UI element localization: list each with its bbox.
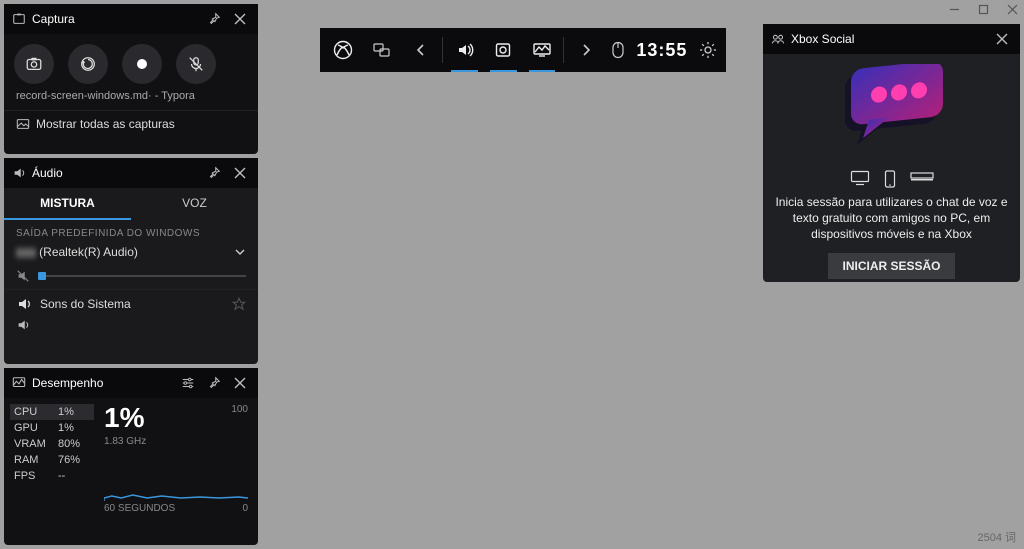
device-hidden: ▮▮▮ (16, 245, 36, 259)
screenshot-button[interactable] (14, 44, 54, 84)
record-last-button[interactable] (68, 44, 108, 84)
gallery-icon (16, 117, 30, 131)
stat-cpu[interactable]: CPU1% (10, 404, 94, 420)
panel-title: Áudio (32, 166, 198, 180)
stat-vram[interactable]: VRAM80% (14, 436, 90, 452)
social-icon (771, 32, 785, 46)
audio-panel: Áudio MISTURA VOZ SAÍDA PREDEFINIDA DO W… (4, 158, 258, 364)
mouse-icon[interactable] (605, 28, 630, 72)
channel-speaker-icon[interactable] (16, 318, 30, 332)
show-all-captures-link[interactable]: Mostrar todas as capturas (4, 110, 258, 139)
captured-window-title: record-screen-windows.md· - Typora (4, 88, 258, 110)
record-button[interactable] (122, 44, 162, 84)
pin-icon[interactable] (204, 373, 224, 393)
capture-panel: Captura record-screen-windows.md· - Typo… (4, 4, 258, 154)
capture-widget-button[interactable] (484, 28, 523, 72)
perf-stat-list: CPU1% GPU1% VRAM80% RAM76% FPS-- (14, 404, 90, 514)
console-icon (910, 170, 934, 188)
pc-icon (850, 170, 870, 188)
taskbar-clock: 13:55 (630, 40, 693, 61)
audio-widget-button[interactable] (445, 28, 484, 72)
widgets-button[interactable] (363, 28, 402, 72)
chevron-down-icon (234, 246, 246, 258)
master-volume-slider[interactable] (38, 275, 246, 277)
stat-ram[interactable]: RAM76% (14, 452, 90, 468)
tab-voice[interactable]: VOZ (131, 188, 258, 220)
output-device-selector[interactable]: ▮▮▮ (Realtek(R) Audio) (4, 241, 258, 263)
mic-toggle-button[interactable] (176, 44, 216, 84)
close-icon[interactable] (230, 163, 250, 183)
chat-illustration (773, 62, 1010, 166)
perf-main-sub: 1.83 GHz (104, 436, 248, 447)
panel-title: Xbox Social (791, 32, 986, 46)
nav-next-button[interactable] (566, 28, 605, 72)
system-sounds-label: Sons do Sistema (40, 297, 131, 311)
panel-title: Desempenho (32, 376, 172, 390)
performance-panel: Desempenho CPU1% GPU1% VRAM80% RAM76% FP… (4, 368, 258, 545)
device-name: (Realtek(R) Audio) (39, 245, 138, 259)
mute-icon[interactable] (16, 269, 30, 283)
system-sounds-speaker-icon (16, 296, 32, 312)
settings-button[interactable] (693, 28, 722, 72)
tab-mix[interactable]: MISTURA (4, 188, 131, 220)
default-output-label: SAÍDA PREDEFINIDA DO WINDOWS (4, 220, 258, 241)
widget-icon (12, 12, 26, 26)
audio-icon (12, 166, 26, 180)
social-message: Inicia sessão para utilizares o chat de … (773, 194, 1010, 243)
favorite-toggle[interactable] (232, 297, 246, 311)
stat-fps[interactable]: FPS-- (14, 468, 90, 484)
nav-prev-button[interactable] (402, 28, 441, 72)
os-maximize-button[interactable] (978, 4, 989, 15)
gamebar-taskbar: 13:55 (320, 28, 726, 72)
close-icon[interactable] (992, 29, 1012, 49)
stat-gpu[interactable]: GPU1% (14, 420, 90, 436)
sign-in-button[interactable]: INICIAR SESSÃO (828, 253, 954, 279)
close-icon[interactable] (230, 9, 250, 29)
perf-sparkline (104, 465, 248, 501)
performance-widget-button[interactable] (523, 28, 562, 72)
close-icon[interactable] (230, 373, 250, 393)
os-close-button[interactable] (1007, 4, 1018, 15)
chart-ymax: 100 (231, 404, 248, 415)
xbox-button[interactable] (324, 28, 363, 72)
editor-status-text: 2504 词 (977, 529, 1016, 545)
mobile-icon (884, 170, 896, 188)
xbox-social-panel: Xbox Social (763, 24, 1020, 282)
chart-x-left: 60 SEGUNDOS (104, 503, 175, 514)
perf-main-value: 1% (104, 404, 248, 432)
pin-icon[interactable] (204, 163, 224, 183)
panel-title: Captura (32, 12, 198, 26)
chart-x-right: 0 (242, 503, 248, 514)
os-minimize-button[interactable] (949, 4, 960, 15)
performance-icon (12, 376, 26, 390)
show-all-captures-label: Mostrar todas as capturas (36, 117, 175, 131)
options-icon[interactable] (178, 373, 198, 393)
pin-icon[interactable] (204, 9, 224, 29)
